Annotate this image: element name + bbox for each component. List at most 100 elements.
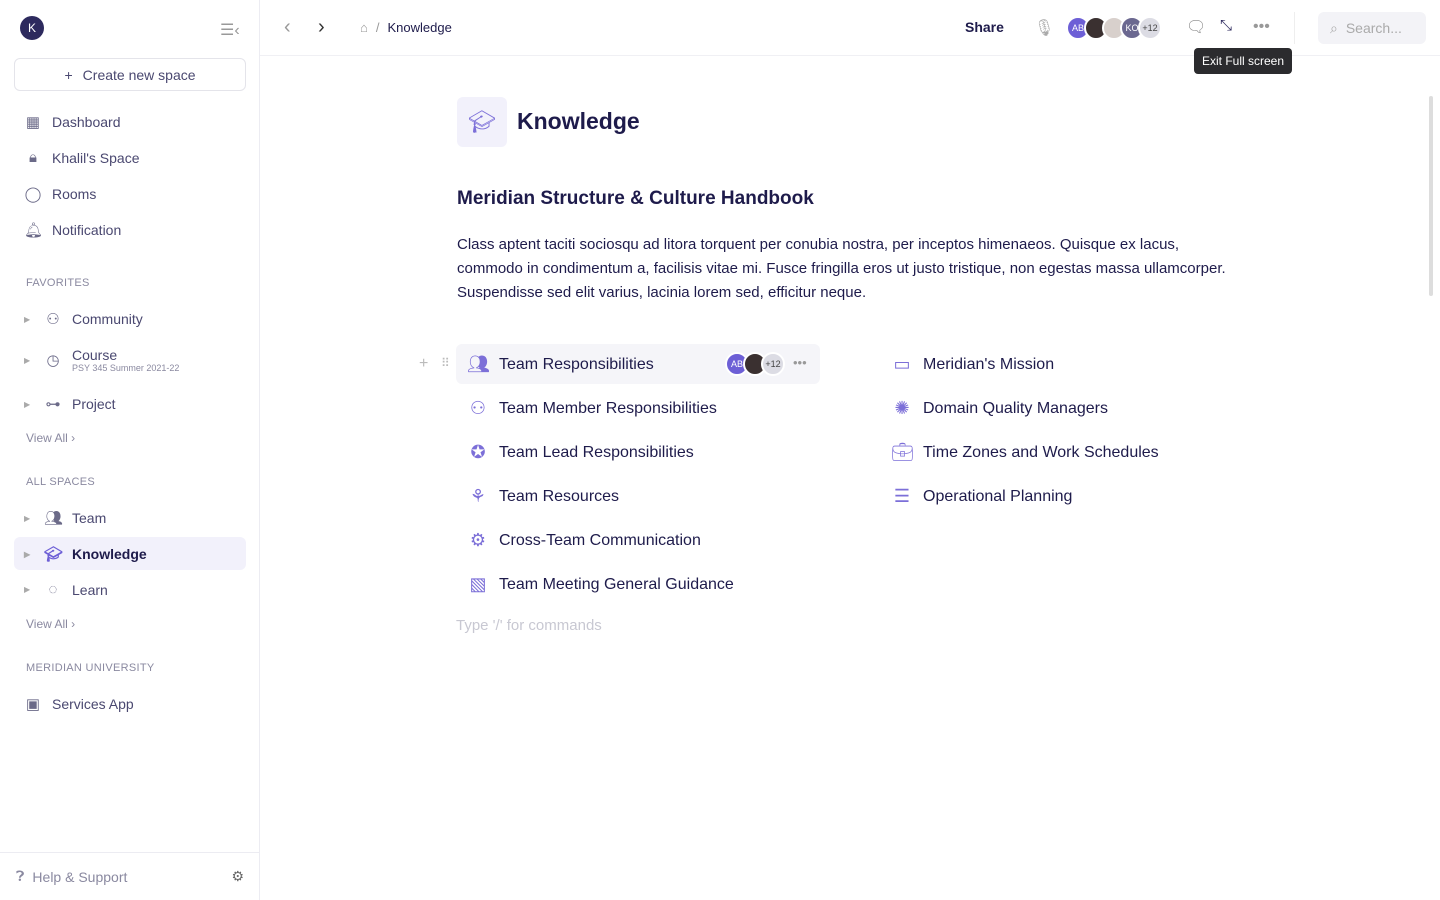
- link-time-zones[interactable]: 💼︎ Time Zones and Work Schedules: [891, 442, 1159, 463]
- row-avatars[interactable]: AB +12: [725, 352, 785, 376]
- divider: [1294, 12, 1295, 44]
- sidebar: K ☰‹ + Create new space ▦ Dashboard 🔒︎ Khal…: [0, 0, 260, 900]
- expand-icon[interactable]: ▶: [24, 585, 34, 594]
- expand-icon[interactable]: ▶: [24, 400, 34, 409]
- page-title[interactable]: Knowledge: [517, 108, 640, 135]
- bell-icon: 🔔︎: [24, 222, 44, 239]
- link-label: Domain Quality Managers: [923, 399, 1108, 417]
- user-avatar[interactable]: K: [20, 16, 44, 40]
- link-team-resources[interactable]: ⚘ Team Resources: [467, 486, 619, 507]
- nav-dashboard[interactable]: ▦ Dashboard: [24, 113, 121, 131]
- home-icon[interactable]: ⌂: [360, 20, 368, 35]
- favorite-community[interactable]: ▶ ⚇ Community: [24, 310, 143, 328]
- link-meridians-mission[interactable]: ▭ Meridian's Mission: [891, 354, 1054, 375]
- head-icon: ◌: [48, 581, 58, 598]
- collaborator-avatars[interactable]: AB KO +12: [1066, 16, 1162, 40]
- more-avatars-count: +12: [761, 352, 785, 376]
- view-all-label: View All: [26, 431, 68, 445]
- link-team-lead-responsibilities[interactable]: ✪ Team Lead Responsibilities: [467, 442, 693, 463]
- favorite-project[interactable]: ▶ ⊶ Project: [24, 395, 116, 413]
- nav-label: Khalil's Space: [52, 149, 140, 166]
- graduation-cap-icon: 🎓︎: [44, 546, 64, 563]
- nav-label: Notification: [52, 222, 122, 238]
- exit-fullscreen-icon[interactable]: ⤡: [1220, 17, 1232, 34]
- drag-handle-icon[interactable]: ⠿: [441, 356, 450, 370]
- back-icon[interactable]: ‹: [284, 16, 291, 39]
- chat-icon: ◯: [24, 186, 42, 203]
- users-icon: 👥︎: [467, 354, 490, 374]
- nav-notification[interactable]: 🔔︎ Notification: [24, 221, 121, 239]
- favorite-sublabel: PSY 345 Summer 2021-22: [72, 363, 180, 373]
- clock-icon: ◷: [46, 352, 60, 369]
- community-icon: ⚇: [46, 311, 60, 328]
- help-icon: ❓︎: [16, 868, 25, 884]
- space-knowledge[interactable]: ▶ 🎓︎ Knowledge: [24, 545, 147, 563]
- favorite-label: Course: [72, 347, 118, 363]
- link-label: Meridian's Mission: [923, 355, 1055, 373]
- tooltip: Exit Full screen: [1194, 48, 1293, 74]
- share-button[interactable]: Share: [965, 19, 1004, 35]
- link-label: Cross-Team Communication: [499, 531, 701, 549]
- nav-khalils-space[interactable]: 🔒︎ Khalil's Space: [24, 149, 140, 166]
- org-heading: MERIDIAN UNIVERSITY: [26, 662, 155, 674]
- expand-icon[interactable]: ▶: [24, 514, 34, 523]
- plus-icon: +: [64, 66, 73, 83]
- breadcrumb: ⌂ / Knowledge: [360, 20, 452, 35]
- expand-icon[interactable]: ▶: [24, 315, 34, 324]
- link-label: Team Meeting General Guidance: [499, 575, 734, 593]
- lock-icon: 🔒︎: [29, 149, 37, 166]
- nav-label: Rooms: [52, 186, 97, 202]
- create-space-label: Create new space: [82, 66, 196, 83]
- space-team[interactable]: ▶ 👥︎ Team: [24, 509, 106, 527]
- expand-icon[interactable]: ▶: [24, 550, 34, 559]
- collapse-sidebar-icon[interactable]: ☰‹: [220, 20, 240, 40]
- settings-icon[interactable]: ⚙: [231, 868, 244, 885]
- link-label: Team Resources: [499, 487, 620, 505]
- search-input[interactable]: ⌕ Search...: [1318, 12, 1426, 44]
- gear-user-icon: ⚙: [469, 530, 487, 550]
- link-label: Operational Planning: [923, 487, 1073, 505]
- command-placeholder[interactable]: Type '/' for commands: [456, 617, 602, 634]
- comment-icon[interactable]: 🗨︎: [1186, 17, 1206, 37]
- favorite-label: Project: [72, 396, 116, 412]
- link-label: Team Member Responsibilities: [499, 399, 717, 417]
- link-team-member-responsibilities[interactable]: ⚇ Team Member Responsibilities: [467, 398, 717, 419]
- flow-icon: ⊶: [45, 396, 61, 413]
- view-all-favorites[interactable]: View All ›: [26, 431, 75, 445]
- microphone-icon[interactable]: 🎙︎: [1034, 18, 1054, 38]
- link-operational-planning[interactable]: ☰ Operational Planning: [891, 486, 1073, 507]
- link-domain-quality-managers[interactable]: ✺ Domain Quality Managers: [891, 398, 1108, 419]
- puzzle-icon: ▧: [469, 574, 487, 594]
- graduation-cap-icon[interactable]: 🎓︎: [457, 97, 507, 147]
- search-placeholder: Search...: [1345, 20, 1402, 36]
- link-cross-team-communication[interactable]: ⚙ Cross-Team Communication: [467, 530, 701, 551]
- add-block-icon[interactable]: +: [419, 355, 428, 373]
- favorites-heading: FAVORITES: [26, 277, 90, 289]
- row-more-icon[interactable]: •••: [793, 355, 807, 370]
- create-space-button[interactable]: + Create new space: [14, 58, 246, 91]
- folder-icon: ▭: [893, 354, 911, 374]
- link-team-responsibilities[interactable]: 👥︎ Team Responsibilities: [467, 354, 654, 375]
- help-support-link[interactable]: Help & Support: [32, 869, 223, 885]
- link-team-meeting-guidance[interactable]: ▧ Team Meeting General Guidance: [467, 574, 734, 595]
- breadcrumb-current[interactable]: Knowledge: [387, 20, 451, 35]
- more-icon[interactable]: •••: [1253, 18, 1270, 36]
- org-services-app[interactable]: ▣ Services App: [24, 695, 134, 713]
- space-label: Knowledge: [72, 546, 147, 562]
- sidebar-footer: ❓︎ Help & Support ⚙: [0, 852, 260, 900]
- forward-icon[interactable]: ›: [318, 16, 325, 39]
- view-all-label: View All: [26, 617, 68, 631]
- link-label: Team Responsibilities: [499, 355, 654, 373]
- hierarchy-icon: ⚘: [469, 486, 487, 506]
- scrollbar[interactable]: [1429, 96, 1433, 296]
- favorite-course[interactable]: ▶ ◷ Course PSY 345 Summer 2021-22: [24, 347, 179, 373]
- nav-rooms[interactable]: ◯ Rooms: [24, 185, 97, 203]
- view-all-spaces[interactable]: View All ›: [26, 617, 75, 631]
- space-learn[interactable]: ▶ ◌ Learn: [24, 581, 108, 598]
- space-label: Team: [72, 510, 107, 526]
- nav-label: Dashboard: [52, 114, 121, 130]
- expand-icon[interactable]: ▶: [24, 356, 34, 365]
- document-heading[interactable]: Meridian Structure & Culture Handbook: [457, 188, 814, 210]
- briefcase-icon: 💼︎: [891, 442, 914, 462]
- document-body[interactable]: Class aptent taciti sociosqu ad litora t…: [457, 233, 1247, 305]
